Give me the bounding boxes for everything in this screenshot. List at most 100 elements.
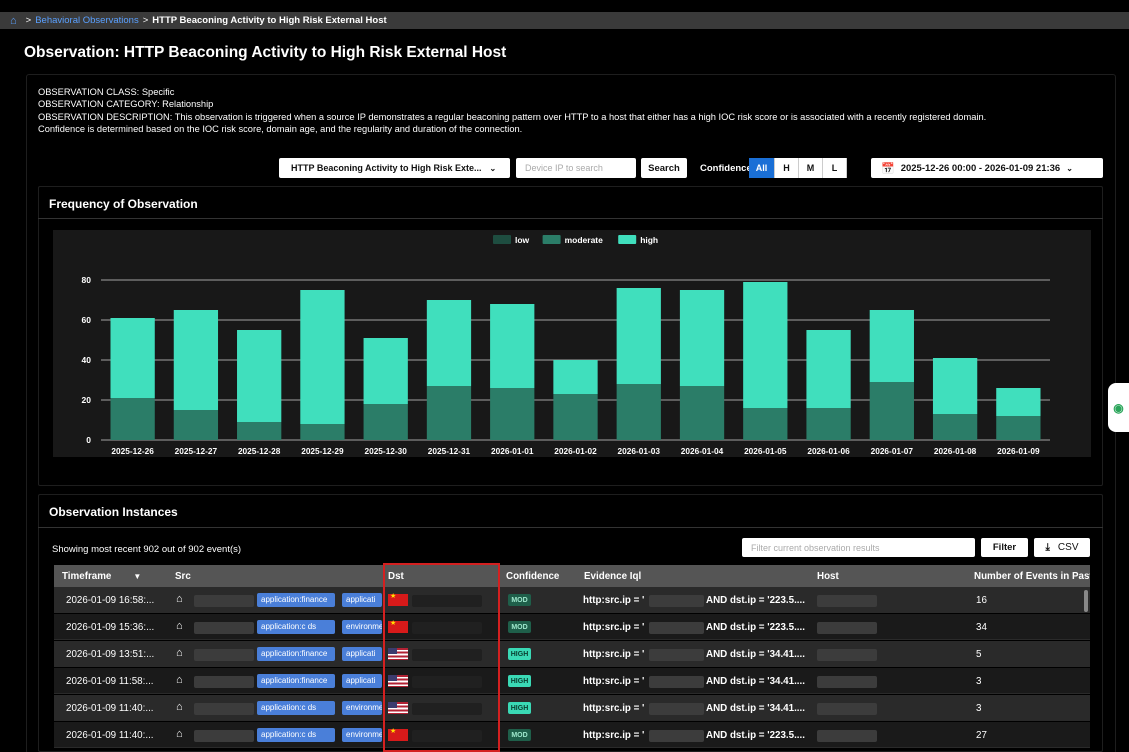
evidence-iql-src: http:src.ip = ' bbox=[583, 676, 645, 687]
legend-label-high: high bbox=[640, 235, 658, 245]
src-tag[interactable]: applicati bbox=[342, 647, 382, 661]
bar-high bbox=[110, 318, 155, 398]
column-timeframe[interactable]: Timeframe ▼ bbox=[62, 571, 141, 582]
filter-results-input[interactable] bbox=[742, 538, 975, 557]
src-tag[interactable]: environmen bbox=[342, 620, 382, 634]
filter-button[interactable]: Filter bbox=[981, 538, 1028, 557]
x-tick-label: 2026-01-09 bbox=[997, 446, 1040, 456]
event-count-cell: 27 bbox=[976, 730, 987, 741]
table-row[interactable]: 2026-01-09 15:36:... ⌂ application:c ds env… bbox=[54, 614, 1090, 640]
chevron-down-icon: ⌄ bbox=[1066, 163, 1073, 173]
confidence-badge: MOD bbox=[508, 621, 531, 633]
bar-moderate bbox=[806, 408, 851, 440]
redacted-iql bbox=[649, 703, 704, 715]
redacted-iql bbox=[649, 676, 704, 688]
bar-high bbox=[300, 290, 345, 424]
x-tick-label: 2026-01-01 bbox=[491, 446, 534, 456]
redacted-src bbox=[194, 649, 254, 661]
confidence-moderate-button[interactable]: M bbox=[799, 158, 823, 178]
table-row[interactable]: 2026-01-09 11:58:... ⌂ application:finance… bbox=[54, 668, 1090, 694]
bar-moderate bbox=[996, 416, 1041, 440]
bar-high bbox=[806, 330, 851, 408]
home-icon[interactable]: ⌂ bbox=[10, 15, 17, 27]
confidence-badge: MOD bbox=[508, 594, 531, 606]
dst-column-highlight bbox=[383, 563, 500, 752]
x-tick-label: 2026-01-08 bbox=[934, 446, 977, 456]
table-row[interactable]: 2026-01-09 11:40:... ⌂ application:c ds env… bbox=[54, 722, 1090, 748]
redacted-src bbox=[194, 595, 254, 607]
confidence-low-button[interactable]: L bbox=[823, 158, 847, 178]
bar-high bbox=[490, 304, 535, 388]
observation-confidence-note: Confidence is determined based on the IO… bbox=[38, 124, 523, 135]
confidence-all-button[interactable]: All bbox=[749, 158, 775, 178]
evidence-iql-src: http:src.ip = ' bbox=[583, 703, 645, 714]
evidence-iql-dst: AND dst.ip = '34.41.... bbox=[706, 649, 805, 660]
table-row[interactable]: 2026-01-09 11:40:... ⌂ application:c ds env… bbox=[54, 695, 1090, 721]
src-tag[interactable]: application:c ds bbox=[257, 620, 335, 634]
x-tick-label: 2026-01-04 bbox=[681, 446, 724, 456]
column-number-of-events[interactable]: Number of Events in Past bbox=[974, 571, 1090, 582]
bar-high bbox=[553, 360, 598, 394]
src-tag[interactable]: environmen bbox=[342, 701, 382, 715]
bar-high bbox=[426, 300, 472, 386]
observation-select[interactable]: HTTP Beaconing Activity to High Risk Ext… bbox=[279, 158, 510, 178]
legend-swatch-moderate bbox=[542, 235, 561, 244]
observation-description: OBSERVATION DESCRIPTION: This observatio… bbox=[38, 111, 987, 122]
src-tag[interactable]: environmen bbox=[342, 728, 382, 742]
divider bbox=[38, 218, 1103, 219]
csv-export-button[interactable]: ⤓ CSV bbox=[1034, 538, 1090, 557]
side-panel-toggle[interactable]: ◉ bbox=[1108, 383, 1129, 432]
redacted-iql bbox=[649, 595, 704, 607]
timeframe-cell: 2026-01-09 15:36:... bbox=[66, 622, 155, 633]
column-confidence[interactable]: Confidence bbox=[506, 571, 559, 582]
x-tick-label: 2025-12-31 bbox=[428, 446, 471, 456]
src-tag[interactable]: application:c ds bbox=[257, 728, 335, 742]
column-evidence-iql[interactable]: Evidence Iql bbox=[584, 571, 641, 582]
y-tick-label: 60 bbox=[82, 315, 92, 325]
bar-moderate bbox=[110, 398, 155, 440]
src-tag[interactable]: applicati bbox=[342, 674, 382, 688]
csv-label: CSV bbox=[1057, 542, 1079, 553]
table-row[interactable]: 2026-01-09 16:58:... ⌂ application:finance… bbox=[54, 587, 1090, 613]
src-tag[interactable]: applicati bbox=[342, 593, 382, 607]
download-icon: ⤓ bbox=[1045, 542, 1050, 553]
bar-high bbox=[996, 388, 1041, 416]
column-host[interactable]: Host bbox=[817, 571, 839, 582]
timeframe-cell: 2026-01-09 11:40:... bbox=[66, 703, 154, 714]
column-timeframe-label: Timeframe bbox=[62, 571, 112, 582]
evidence-iql-src: http:src.ip = ' bbox=[583, 622, 645, 633]
bar-moderate bbox=[679, 386, 725, 440]
table-scrollbar[interactable] bbox=[1084, 590, 1088, 612]
breadcrumb-behavioral-observations[interactable]: Behavioral Observations bbox=[35, 15, 139, 26]
x-tick-label: 2025-12-26 bbox=[111, 446, 154, 456]
bar-moderate bbox=[743, 408, 788, 440]
bar-high bbox=[869, 310, 914, 382]
y-tick-label: 20 bbox=[82, 395, 92, 405]
src-tag[interactable]: application:c ds bbox=[257, 701, 335, 715]
column-src[interactable]: Src bbox=[175, 571, 191, 582]
src-tag[interactable]: application:finance bbox=[257, 674, 335, 688]
redacted-host bbox=[817, 595, 877, 607]
table-row[interactable]: 2026-01-09 13:51:... ⌂ application:finance… bbox=[54, 641, 1090, 667]
x-tick-label: 2026-01-07 bbox=[871, 446, 914, 456]
date-range-value: 2025-12-26 00:00 - 2026-01-09 21:36 bbox=[900, 162, 1061, 174]
redacted-host bbox=[817, 622, 877, 634]
instances-table: Timeframe ▼ Src Dst Confidence Evidence I… bbox=[54, 565, 1090, 752]
timeframe-cell: 2026-01-09 16:58:... bbox=[66, 595, 155, 606]
y-tick-label: 40 bbox=[82, 355, 92, 365]
redacted-src bbox=[194, 676, 254, 688]
event-count-cell: 16 bbox=[976, 595, 987, 606]
evidence-iql-dst: AND dst.ip = '34.41.... bbox=[706, 676, 805, 687]
src-tag[interactable]: application:finance bbox=[257, 647, 335, 661]
bar-moderate bbox=[616, 384, 661, 440]
device-ip-search-input[interactable] bbox=[516, 158, 636, 178]
bar-high bbox=[679, 290, 725, 386]
confidence-high-button[interactable]: H bbox=[775, 158, 799, 178]
search-button[interactable]: Search bbox=[641, 158, 687, 178]
confidence-badge: HIGH bbox=[508, 648, 531, 660]
page-title: Observation: HTTP Beaconing Activity to … bbox=[24, 44, 507, 61]
sort-down-icon[interactable]: ▼ bbox=[133, 572, 141, 581]
src-tag[interactable]: application:finance bbox=[257, 593, 335, 607]
date-range-picker[interactable]: 📅 2025-12-26 00:00 - 2026-01-09 21:36 ⌄ bbox=[871, 158, 1103, 178]
redacted-src bbox=[194, 703, 254, 715]
